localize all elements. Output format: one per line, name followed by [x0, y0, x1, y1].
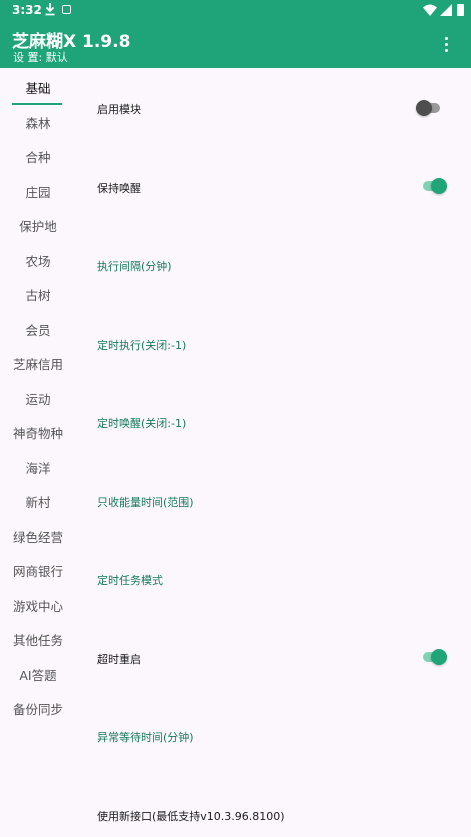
timed-exec-setting[interactable]: 定时执行(关闭:-1) [97, 337, 186, 353]
sidebar-item-ai-quiz[interactable]: AI答题 [0, 661, 76, 691]
timeout-restart-switch[interactable] [421, 649, 447, 665]
exec-interval-setting[interactable]: 执行间隔(分钟) [97, 258, 172, 274]
sidebar-item-magic-species[interactable]: 神奇物种 [0, 419, 76, 449]
signal-icon [440, 4, 452, 16]
sidebar-item-basic[interactable]: 基础 [0, 74, 76, 104]
task-mode-setting[interactable]: 定时任务模式 [97, 572, 163, 588]
wifi-icon [423, 4, 437, 16]
keep-awake-switch[interactable] [421, 178, 447, 194]
enable-module-switch[interactable] [416, 100, 442, 116]
status-time: 3:32 [12, 3, 42, 17]
sidebar-item-sesame-credit[interactable]: 芝麻信用 [0, 350, 76, 380]
sidebar-item-forest[interactable]: 森林 [0, 109, 76, 139]
sidebar-item-new-village[interactable]: 新村 [0, 488, 76, 518]
more-vert-icon[interactable] [436, 34, 456, 56]
app-subtitle: 设 置: 默认 [13, 51, 68, 64]
sidebar-item-manor[interactable]: 庄园 [0, 178, 76, 208]
sidebar-item-ocean[interactable]: 海洋 [0, 454, 76, 484]
sidebar-item-member[interactable]: 会员 [0, 316, 76, 346]
sidebar-active-indicator [12, 103, 62, 105]
download-icon [45, 3, 55, 16]
notification-icon [62, 5, 71, 14]
battery-icon [457, 4, 464, 16]
sidebar-item-green-business[interactable]: 绿色经营 [0, 523, 76, 553]
sidebar-item-sport[interactable]: 运动 [0, 385, 76, 415]
error-wait-setting[interactable]: 异常等待时间(分钟) [97, 729, 194, 745]
sidebar-item-ancient-tree[interactable]: 古树 [0, 281, 76, 311]
sidebar-item-mybank[interactable]: 网商银行 [0, 557, 76, 587]
sidebar-item-reserve[interactable]: 保护地 [0, 212, 76, 242]
sidebar-item-other-tasks[interactable]: 其他任务 [0, 626, 76, 656]
timed-wake-setting[interactable]: 定时唤醒(关闭:-1) [97, 415, 186, 431]
sidebar-item-game-center[interactable]: 游戏中心 [0, 592, 76, 622]
timeout-restart-label[interactable]: 超时重启 [97, 651, 141, 667]
sidebar-item-backup-sync[interactable]: 备份同步 [0, 695, 76, 725]
enable-module-label[interactable]: 启用模块 [97, 101, 141, 117]
new-api-label[interactable]: 使用新接口(最低支持v10.3.96.8100) [97, 808, 285, 824]
keep-awake-label[interactable]: 保持唤醒 [97, 180, 141, 196]
sidebar-item-cooperate[interactable]: 合种 [0, 143, 76, 173]
status-bar: 3:32 [0, 0, 471, 22]
app-bar: 芝麻糊X 1.9.8 设 置: 默认 [0, 22, 471, 68]
sidebar-item-farm[interactable]: 农场 [0, 247, 76, 277]
energy-time-setting[interactable]: 只收能量时间(范围) [97, 494, 194, 510]
